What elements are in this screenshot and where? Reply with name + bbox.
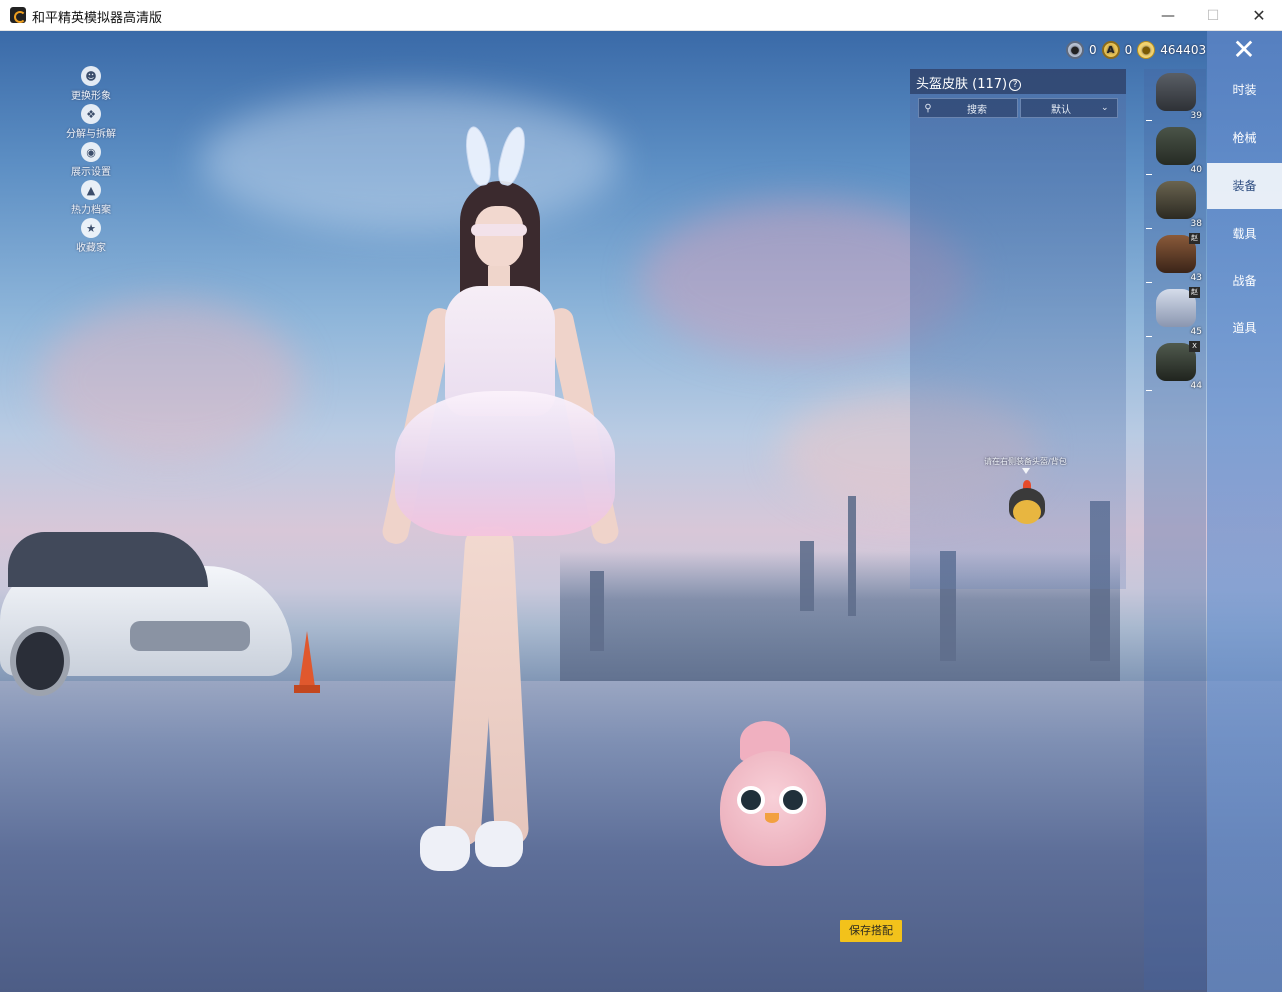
pet-beak <box>765 813 779 823</box>
window-titlebar: 和平精英模拟器高清版 — ☐ ✕ <box>0 0 1282 31</box>
character-leg <box>478 525 530 847</box>
category-nav: ✕ 时装 枪械 装备 载具 战备 道具 <box>1207 31 1282 992</box>
side-menu: ☻ 更换形象 ❖ 分解与拆解 ◉ 展示设置 ▲ 热力档案 ★ 收藏家 <box>58 66 124 256</box>
car-grille <box>130 621 250 651</box>
side-item-display-settings[interactable]: ◉ 展示设置 <box>58 142 124 180</box>
player-character[interactable] <box>355 124 635 886</box>
tab-fashion[interactable]: 时装 <box>1207 67 1282 113</box>
thumb-marker <box>1146 174 1152 175</box>
car-wheel <box>10 626 70 696</box>
maximize-button[interactable]: ☐ <box>1190 0 1236 31</box>
helmet-icon <box>1156 127 1196 165</box>
hint-arrow-icon <box>1022 468 1030 474</box>
side-item-label: 展示设置 <box>71 167 111 178</box>
coin-count: 464403 <box>1160 43 1207 57</box>
person-icon: ☻ <box>81 66 101 86</box>
token-icon: A <box>1101 41 1120 59</box>
car-windshield <box>8 532 208 587</box>
skyscraper <box>800 541 814 611</box>
tab-vehicles[interactable]: 载具 <box>1207 211 1282 257</box>
side-item-label: 更换形象 <box>71 91 111 102</box>
equipment-thumbnail[interactable]: 40 <box>1146 123 1204 175</box>
app-logo-icon <box>10 7 26 23</box>
thumb-marker <box>1146 228 1152 229</box>
search-icon: ⚲ <box>924 102 932 114</box>
thumb-level: 45 <box>1190 327 1202 337</box>
sports-car <box>0 526 295 696</box>
currency-bar: ● 0 A 0 ● 464403 <box>1066 40 1206 60</box>
save-outfit-button[interactable]: 保存搭配 <box>840 920 902 942</box>
thumb-marker <box>1146 336 1152 337</box>
side-item-label: 热力档案 <box>71 205 111 216</box>
mascot-face <box>1013 500 1041 524</box>
bunny-ear <box>494 124 530 188</box>
pet-eye <box>737 786 765 814</box>
thumb-level: 38 <box>1190 219 1202 229</box>
thumb-level: 44 <box>1190 381 1202 391</box>
character-shoe <box>420 826 470 871</box>
equipment-thumbnail[interactable]: 39 <box>1146 69 1204 121</box>
minimize-button[interactable]: — <box>1145 0 1191 31</box>
helmet-icon <box>1156 181 1196 219</box>
badge-icon: ★ <box>81 218 101 238</box>
helmet-icon <box>1156 73 1196 111</box>
puzzle-icon: ❖ <box>81 104 101 124</box>
coupon-icon: ● <box>1066 41 1084 59</box>
character-face <box>475 206 523 268</box>
chevron-down-icon: ⌄ <box>1101 103 1109 113</box>
equipment-thumbnail[interactable]: X 44 <box>1146 339 1204 391</box>
cloud <box>40 301 300 461</box>
thumb-marker <box>1146 120 1152 121</box>
search-button[interactable]: ⚲ 搜索 <box>918 98 1018 118</box>
reflective-floor <box>0 681 1282 992</box>
tab-weapons[interactable]: 枪械 <box>1207 115 1282 161</box>
tab-items[interactable]: 道具 <box>1207 305 1282 351</box>
side-item-label: 收藏家 <box>76 243 106 254</box>
equipment-thumbnail[interactable]: 38 <box>1146 177 1204 229</box>
side-item-label: 分解与拆解 <box>66 129 116 140</box>
sort-dropdown[interactable]: 默认 ⌄ <box>1020 98 1118 118</box>
pet-body <box>720 751 826 866</box>
thumb-marker <box>1146 390 1152 391</box>
flame-icon: ▲ <box>81 180 101 200</box>
thumb-tag: 赵 <box>1189 287 1200 298</box>
thumb-level: 39 <box>1190 111 1202 121</box>
equipment-thumbnail[interactable]: 赵 43 <box>1146 231 1204 283</box>
panel-title: 头盔皮肤 (117) <box>916 77 1008 92</box>
equipment-thumbnail[interactable]: 赵 45 <box>1146 285 1204 337</box>
traffic-cone <box>294 631 320 697</box>
side-item-decompose[interactable]: ❖ 分解与拆解 <box>58 104 124 142</box>
side-item-change-avatar[interactable]: ☻ 更换形象 <box>58 66 124 104</box>
panel-header: 头盔皮肤 (117)? <box>910 69 1126 94</box>
tab-equipment[interactable]: 装备 <box>1207 163 1282 209</box>
equip-hint: 请在右侧装备头盔/背包 <box>984 457 1067 466</box>
character-dress-skirt <box>395 391 615 536</box>
character-shoe <box>475 821 523 867</box>
skyscraper <box>848 496 856 616</box>
help-icon[interactable]: ? <box>1009 78 1022 91</box>
coin-icon: ● <box>1137 41 1156 59</box>
side-item-collector[interactable]: ★ 收藏家 <box>58 218 124 256</box>
eye-icon: ◉ <box>81 142 101 162</box>
thumb-level: 40 <box>1190 165 1202 175</box>
thumb-tag: X <box>1189 341 1200 352</box>
bunny-ear <box>461 124 495 188</box>
coupon-count: 0 <box>1089 43 1097 57</box>
pet-companion[interactable] <box>715 721 833 881</box>
window-title: 和平精英模拟器高清版 <box>32 11 163 26</box>
token-count: 0 <box>1124 43 1133 57</box>
sort-label: 默认 <box>1051 104 1071 116</box>
side-item-heat-profile[interactable]: ▲ 热力档案 <box>58 180 124 218</box>
thumb-tag: 赵 <box>1189 233 1200 244</box>
search-label: 搜索 <box>967 104 987 116</box>
pet-eye <box>779 786 807 814</box>
thumb-marker <box>1146 282 1152 283</box>
character-blindfold <box>471 224 527 236</box>
close-icon[interactable]: ✕ <box>1227 35 1261 65</box>
close-window-button[interactable]: ✕ <box>1236 0 1282 31</box>
tab-battle-prep[interactable]: 战备 <box>1207 258 1282 304</box>
thumb-level: 43 <box>1190 273 1202 283</box>
helmet-mascot-icon[interactable] <box>999 480 1055 532</box>
equipment-thumbnail-list: 39 40 38 赵 43 赵 45 X 44 <box>1144 69 1206 990</box>
